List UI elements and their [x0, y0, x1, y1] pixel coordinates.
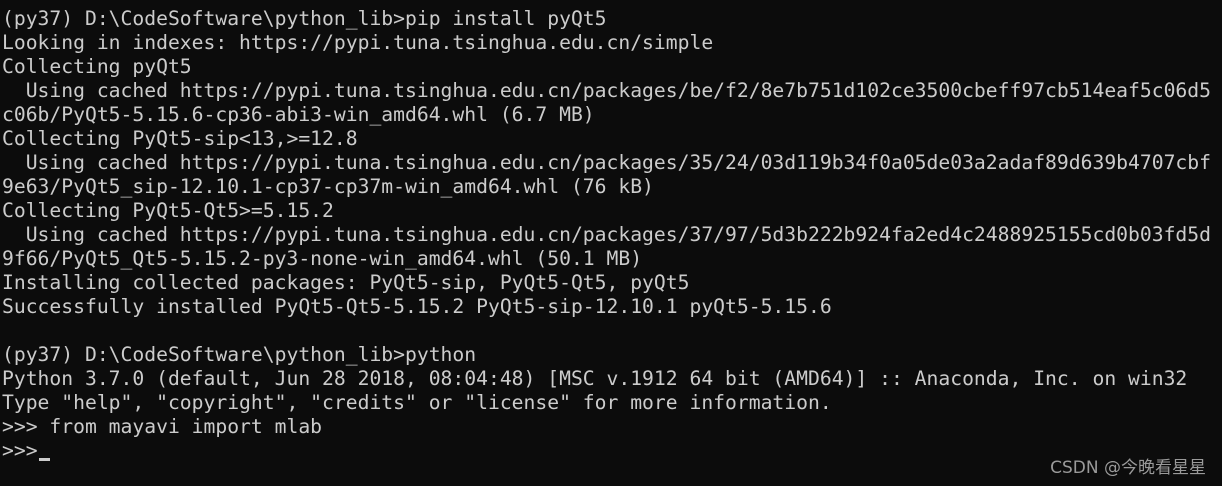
terminal-line-python-command: (py37) D:\CodeSoftware\python_lib>python: [2, 343, 477, 366]
csdn-watermark: CSDN @今晚看星星: [1050, 458, 1206, 478]
terminal-line-cached-qt5-url: Using cached https://pypi.tuna.tsinghua.…: [2, 223, 1211, 246]
terminal-line-installing: Installing collected packages: PyQt5-sip…: [2, 271, 690, 294]
terminal-line-collecting-sip: Collecting PyQt5-sip<13,>=12.8: [2, 127, 358, 150]
terminal-line-cached-pyqt5-url: Using cached https://pypi.tuna.tsinghua.…: [2, 79, 1211, 102]
repl-prompt: >>>: [2, 439, 38, 462]
terminal-line-mayavi-import: >>> from mayavi import mlab: [2, 415, 323, 438]
terminal-line-current-prompt[interactable]: >>>: [2, 439, 1222, 463]
terminal-line-cached-sip-url: Using cached https://pypi.tuna.tsinghua.…: [2, 151, 1211, 174]
terminal-line-sip-wheel: 9e63/PyQt5_sip-12.10.1-cp37-cp37m-win_am…: [2, 175, 654, 198]
terminal-window[interactable]: (py37) D:\CodeSoftware\python_lib>pip in…: [0, 0, 1222, 486]
terminal-line-success: Successfully installed PyQt5-Qt5-5.15.2 …: [2, 295, 832, 318]
terminal-line-qt5-wheel: 9f66/PyQt5_Qt5-5.15.2-py3-none-win_amd64…: [2, 247, 643, 270]
terminal-line-pyqt5-wheel: c06b/PyQt5-5.15.6-cp36-abi3-win_amd64.wh…: [2, 103, 595, 126]
text-cursor: [38, 458, 50, 461]
terminal-line-pip-command: (py37) D:\CodeSoftware\python_lib>pip in…: [2, 7, 607, 30]
terminal-line-python-help-hint: Type "help", "copyright", "credits" or "…: [2, 391, 832, 414]
terminal-line-python-version: Python 3.7.0 (default, Jun 28 2018, 08:0…: [2, 367, 1188, 390]
terminal-line-collecting-qt5: Collecting PyQt5-Qt5>=5.15.2: [2, 199, 334, 222]
terminal-line-index-url: Looking in indexes: https://pypi.tuna.ts…: [2, 31, 714, 54]
terminal-line-collecting-pyqt5: Collecting pyQt5: [2, 55, 192, 78]
